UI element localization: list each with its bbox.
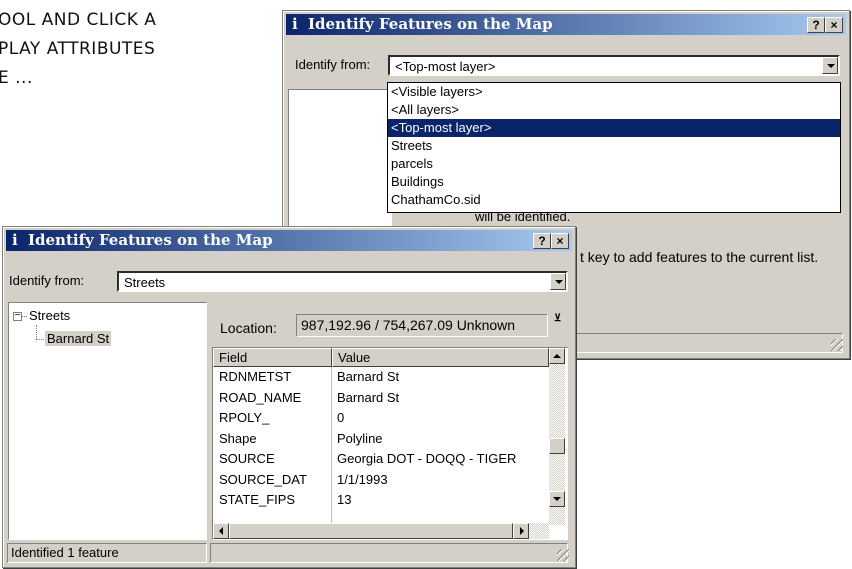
tree-connector: [36, 325, 37, 339]
collapse-toggle[interactable]: −: [13, 310, 22, 321]
value-cell: 0: [337, 410, 345, 425]
location-field: 987,192.96 / 754,267.09 Unknown: [296, 314, 548, 337]
field-cell: RDNMETST: [219, 369, 292, 384]
info-text-2: t key to add features to the current lis…: [580, 249, 819, 265]
field-cell: ROAD_NAME: [219, 389, 302, 405]
resize-grip-icon[interactable]: [557, 549, 569, 561]
dropdown-option[interactable]: Streets: [388, 137, 840, 155]
background-text-line: E ...: [0, 68, 33, 88]
dropdown-button[interactable]: [822, 57, 838, 74]
chevron-right-icon: [520, 527, 524, 535]
identify-from-label: Identify from:: [295, 57, 371, 72]
scroll-thumb[interactable]: [549, 438, 565, 454]
resize-grip-icon[interactable]: [831, 339, 843, 351]
field-cell: RPOLY_: [219, 410, 270, 425]
value-cell: Barnard St: [337, 389, 400, 405]
close-button[interactable]: ×: [551, 233, 569, 249]
dropdown-option[interactable]: <All layers>: [388, 101, 840, 119]
identify-window-front: i Identify Features on the Map ? × Ident…: [2, 226, 576, 568]
value-cell: Polyline: [337, 430, 383, 446]
grid-body: RDNMETST Barnard St ROAD_NAME Barnard St RPO…: [213, 367, 549, 524]
background-text-line: OOL AND CLICK A: [0, 10, 157, 30]
chevron-down-icon: [553, 497, 561, 501]
window-title: Identify Features on the Map: [28, 231, 273, 249]
tree-connector: [22, 316, 27, 317]
help-button[interactable]: ?: [807, 17, 825, 33]
title-bar[interactable]: i Identify Features on the Map ? ×: [6, 230, 572, 251]
dropdown-option[interactable]: parcels: [388, 155, 840, 173]
chevron-down-icon: [827, 64, 835, 68]
identify-from-label: Identify from:: [9, 273, 85, 288]
field-cell: Shape: [219, 430, 257, 446]
field-cell: STATE_FIPS: [219, 492, 296, 507]
value-cell: Georgia DOT - DOQQ - TIGER: [337, 451, 517, 466]
column-header-field[interactable]: Field: [213, 348, 332, 367]
location-label: Location:: [220, 320, 277, 336]
close-button[interactable]: ×: [825, 17, 843, 33]
tree-node-barnard-st[interactable]: Barnard St: [45, 331, 112, 346]
help-button[interactable]: ?: [533, 233, 551, 249]
scroll-h-thumb[interactable]: [229, 523, 513, 539]
location-options-icon[interactable]: ⊻: [554, 313, 561, 324]
scroll-up-button[interactable]: [549, 348, 565, 364]
chevron-left-icon: [219, 527, 223, 535]
window-title: Identify Features on the Map: [308, 15, 553, 33]
status-text: Identified 1 feature: [11, 545, 119, 560]
identify-from-select[interactable]: <Top-most layer>: [388, 55, 840, 76]
background-instructions: OOL AND CLICK A PLAY ATTRIBUTES E ...: [0, 6, 156, 93]
dropdown-button[interactable]: [550, 273, 566, 290]
value-cell: 1/1/1993: [337, 471, 388, 487]
column-header-value[interactable]: Value: [332, 348, 549, 367]
value-cell: Barnard St: [337, 369, 400, 384]
scroll-left-button[interactable]: [213, 523, 229, 539]
tree-connector: [36, 339, 44, 340]
identify-from-select[interactable]: Streets: [117, 271, 568, 292]
results-tree-pane[interactable]: − Streets Barnard St: [8, 302, 207, 540]
identify-from-value: Streets: [124, 275, 166, 290]
tree-node-streets[interactable]: Streets: [29, 308, 70, 323]
dropdown-option[interactable]: <Top-most layer>: [388, 119, 840, 137]
chevron-down-icon: [555, 280, 563, 284]
info-icon: i: [292, 15, 298, 33]
scroll-right-button[interactable]: [513, 523, 529, 539]
vertical-scrollbar[interactable]: [549, 348, 565, 525]
dropdown-option[interactable]: Buildings: [388, 173, 840, 191]
title-bar[interactable]: i Identify Features on the Map ? ×: [286, 14, 846, 35]
chevron-up-icon: [553, 354, 561, 358]
dropdown-option[interactable]: <Visible layers>: [388, 83, 840, 101]
field-cell: SOURCE: [219, 451, 275, 466]
identify-from-value: <Top-most layer>: [395, 59, 496, 74]
attributes-grid[interactable]: Field Value RDNMETST Barnard St ROAD_NAME B…: [212, 347, 568, 540]
horizontal-scrollbar[interactable]: [213, 523, 549, 539]
status-bar: Identified 1 feature: [7, 543, 207, 563]
location-value: 987,192.96 / 754,267.09 Unknown: [301, 317, 516, 333]
info-icon: i: [12, 231, 18, 249]
status-bar-secondary: [210, 543, 568, 563]
dropdown-option[interactable]: ChathamCo.sid: [388, 191, 840, 209]
identify-from-dropdown-list[interactable]: <Visible layers> <All layers> <Top-most la…: [387, 82, 841, 213]
field-cell: SOURCE_DAT: [219, 471, 307, 487]
scroll-down-button[interactable]: [549, 491, 565, 507]
status-bar: [567, 333, 843, 353]
value-cell: 13: [337, 492, 352, 507]
minus-icon: −: [14, 310, 21, 321]
background-text-line: PLAY ATTRIBUTES: [0, 39, 156, 59]
